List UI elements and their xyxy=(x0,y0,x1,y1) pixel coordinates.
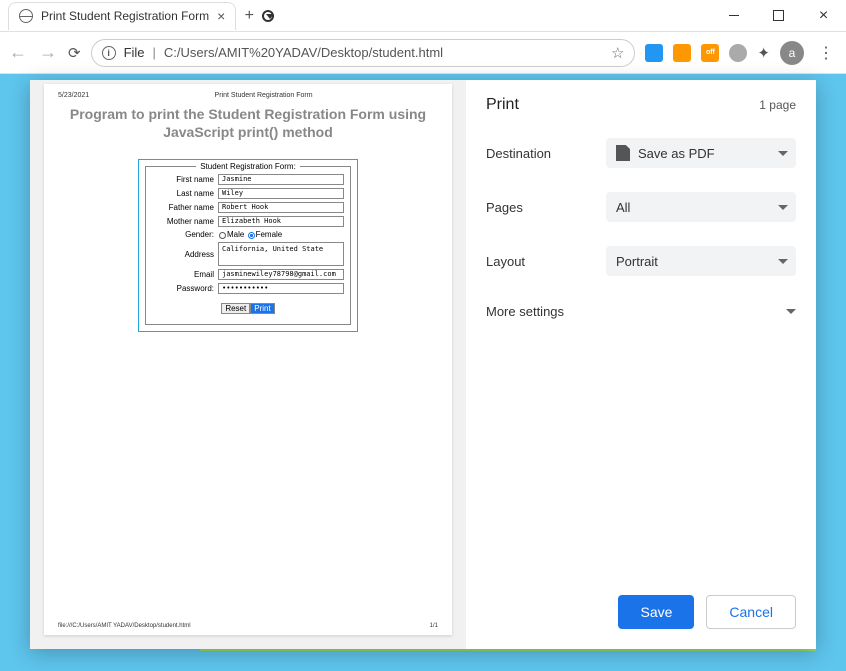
reset-button-preview: Reset xyxy=(221,303,250,314)
browser-menu-icon[interactable]: ⋮ xyxy=(814,43,838,63)
radio-female-icon xyxy=(248,232,255,239)
reload-button[interactable]: ⟳ xyxy=(68,44,81,62)
maximize-button[interactable] xyxy=(756,0,801,32)
profile-indicator-icon[interactable] xyxy=(262,10,274,22)
layout-select[interactable]: Portrait xyxy=(606,246,796,276)
extensions-menu-icon[interactable]: ✦ xyxy=(757,44,770,62)
destination-label: Destination xyxy=(486,146,606,161)
chevron-down-icon xyxy=(778,259,788,264)
preview-header-title: Print Student Registration Form xyxy=(215,92,313,99)
tab-close-icon[interactable]: × xyxy=(217,8,225,24)
mother-value: Elizabeth Hook xyxy=(218,216,344,227)
back-button[interactable]: ← xyxy=(8,42,28,63)
email-value: jasminewiley78798@gmail.com xyxy=(218,269,344,280)
radio-male-icon xyxy=(219,232,226,239)
extension-off-icon[interactable]: off xyxy=(701,44,719,62)
father-value: Robert Hook xyxy=(218,202,344,213)
cancel-button[interactable]: Cancel xyxy=(706,595,796,629)
url-path: C:/Users/AMIT%20YADAV/Desktop/student.ht… xyxy=(164,45,443,60)
print-preview-pane: 5/23/2021 Print Student Registration For… xyxy=(30,80,466,649)
more-settings-label: More settings xyxy=(486,304,564,319)
preview-legend: Student Registration Form: xyxy=(196,162,300,171)
female-label: Female xyxy=(256,230,283,239)
pages-label: Pages xyxy=(486,200,606,215)
extension-icon[interactable] xyxy=(729,44,747,62)
preview-date: 5/23/2021 xyxy=(58,92,89,99)
destination-value: Save as PDF xyxy=(638,146,715,161)
extension-icon[interactable] xyxy=(645,44,663,62)
extension-icon[interactable] xyxy=(673,44,691,62)
extensions-area: off ✦ a ⋮ xyxy=(645,41,838,65)
chevron-down-icon xyxy=(778,205,788,210)
window-controls: × xyxy=(711,0,846,32)
url-scheme: File xyxy=(124,45,145,60)
pages-select[interactable]: All xyxy=(606,192,796,222)
profile-avatar[interactable]: a xyxy=(780,41,804,65)
address-label: Address xyxy=(152,250,214,259)
more-settings-toggle[interactable]: More settings xyxy=(486,300,796,323)
preview-heading: Program to print the Student Registratio… xyxy=(58,105,438,141)
print-button-preview: Print xyxy=(250,303,274,314)
page-count: 1 page xyxy=(759,98,796,112)
browser-toolbar: ← → ⟳ i File | C:/Users/AMIT%20YADAV/Des… xyxy=(0,32,846,74)
last-name-label: Last name xyxy=(152,189,214,198)
pdf-icon xyxy=(616,145,630,161)
first-name-value: Jasmine xyxy=(218,174,344,185)
globe-icon xyxy=(19,9,33,23)
first-name-label: First name xyxy=(152,175,214,184)
password-value: ••••••••••• xyxy=(218,283,344,294)
last-name-value: Wiley xyxy=(218,188,344,199)
layout-value: Portrait xyxy=(616,254,658,269)
print-settings-pane: Print 1 page Destination Save as PDF Pag… xyxy=(466,80,816,649)
browser-tab[interactable]: Print Student Registration Form × xyxy=(8,2,236,30)
gender-label: Gender: xyxy=(152,230,214,239)
forward-button: → xyxy=(38,42,58,63)
site-info-icon[interactable]: i xyxy=(102,46,116,60)
preview-footer-path: file:///C:/Users/AMIT YADAV/Desktop/stud… xyxy=(58,623,191,629)
minimize-button[interactable] xyxy=(711,0,756,32)
destination-select[interactable]: Save as PDF xyxy=(606,138,796,168)
print-dialog: 5/23/2021 Print Student Registration For… xyxy=(30,80,816,649)
new-tab-button[interactable]: + xyxy=(236,7,262,25)
email-label: Email xyxy=(152,270,214,279)
chevron-down-icon xyxy=(786,309,796,314)
preview-sheet: 5/23/2021 Print Student Registration For… xyxy=(44,84,452,635)
print-title: Print xyxy=(486,96,519,114)
chevron-down-icon xyxy=(778,151,788,156)
tab-title: Print Student Registration Form xyxy=(41,9,209,23)
window-titlebar: Print Student Registration Form × + × xyxy=(0,0,846,32)
pages-value: All xyxy=(616,200,630,215)
male-label: Male xyxy=(227,230,244,239)
preview-form-box: Student Registration Form: First name Jas… xyxy=(138,159,358,332)
close-window-button[interactable]: × xyxy=(801,0,846,32)
layout-label: Layout xyxy=(486,254,606,269)
mother-label: Mother name xyxy=(152,217,214,226)
preview-footer-page: 1/1 xyxy=(430,623,438,629)
father-label: Father name xyxy=(152,203,214,212)
address-value: California, United State xyxy=(218,242,344,266)
address-bar[interactable]: i File | C:/Users/AMIT%20YADAV/Desktop/s… xyxy=(91,39,636,67)
bookmark-star-icon[interactable]: ☆ xyxy=(611,44,624,62)
save-button[interactable]: Save xyxy=(618,595,694,629)
password-label: Password: xyxy=(152,284,214,293)
url-separator: | xyxy=(153,45,156,60)
